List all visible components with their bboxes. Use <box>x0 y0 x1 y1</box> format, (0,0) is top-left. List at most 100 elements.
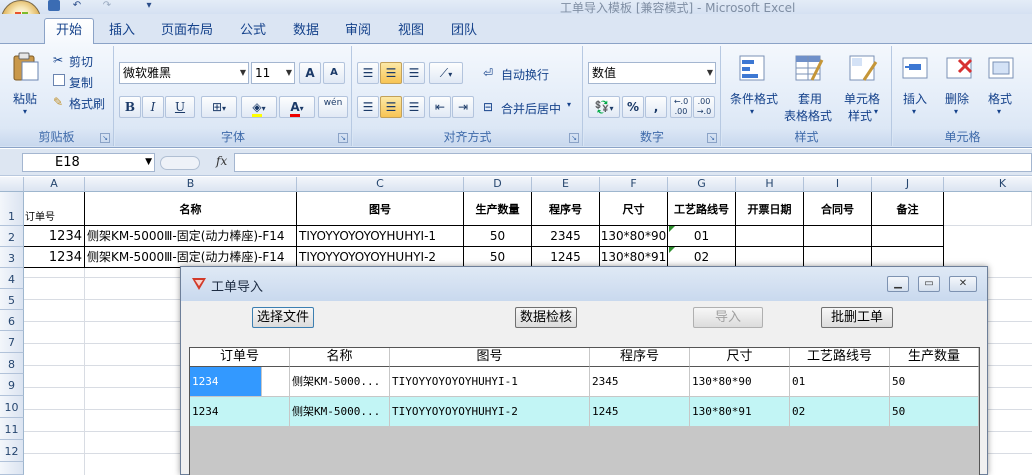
maximize-icon[interactable]: ▭ <box>918 276 940 292</box>
decrease-decimal-button[interactable]: .00 →.0 <box>693 96 715 118</box>
cell-c3[interactable]: TIYOYYOYOYOYHUHYI-2 <box>297 247 464 268</box>
align-center-button[interactable]: ☰ <box>380 96 402 118</box>
cell-c1[interactable]: 图号 <box>297 192 464 226</box>
column-header-i[interactable]: I <box>804 177 872 192</box>
cell-a1[interactable]: 订单号 <box>24 192 85 226</box>
percent-button[interactable]: % <box>622 96 644 118</box>
cell-d3[interactable]: 50 <box>464 247 532 268</box>
cell-e1[interactable]: 程序号 <box>532 192 600 226</box>
grid-header-quantity[interactable]: 生产数量 <box>890 348 979 367</box>
cell-j1[interactable]: 备注 <box>872 192 944 226</box>
column-header-c[interactable]: C <box>297 177 464 192</box>
cut-label[interactable]: 剪切 <box>69 53 93 70</box>
cell-c2[interactable]: TIYOYYOYOYOYHUHYI-1 <box>297 226 464 247</box>
dialog-title-bar[interactable]: 工单导入 ▁ ▭ ✕ <box>181 267 987 301</box>
cell-j2[interactable] <box>872 226 944 247</box>
tab-insert[interactable]: 插入 <box>102 21 142 43</box>
row-header-9[interactable]: 9 <box>0 374 24 396</box>
chevron-down-icon[interactable]: ▾ <box>874 107 878 116</box>
copy-label[interactable]: 复制 <box>69 74 93 91</box>
wrap-text-icon[interactable]: ⏎ <box>483 66 493 80</box>
cell-i2[interactable] <box>804 226 872 247</box>
column-header-d[interactable]: D <box>464 177 532 192</box>
cell-i3[interactable] <box>804 247 872 268</box>
align-bottom-button[interactable]: ☰ <box>403 62 425 84</box>
format-label[interactable]: 格式 <box>988 90 1012 107</box>
grid-header-program[interactable]: 程序号 <box>590 348 690 367</box>
underline-button[interactable]: U <box>165 96 195 118</box>
format-painter-icon[interactable]: ✎ <box>53 95 63 109</box>
grid-cell-quantity[interactable]: 50 <box>890 367 979 397</box>
grid-header-name[interactable]: 名称 <box>290 348 390 367</box>
cell-i1[interactable]: 合同号 <box>804 192 872 226</box>
phonetic-guide-button[interactable]: wén <box>318 96 348 118</box>
font-color-button[interactable]: A▾ <box>279 96 315 118</box>
clipboard-launcher-icon[interactable]: ↘ <box>100 133 110 143</box>
row-header-5[interactable]: 5 <box>0 289 24 310</box>
increase-decimal-button[interactable]: ←.0.00 <box>670 96 692 118</box>
grid-cell-route[interactable]: 02 <box>790 397 890 427</box>
delete-label[interactable]: 删除 <box>945 90 969 107</box>
row-header-2[interactable]: 2 <box>0 226 24 247</box>
row-header-1[interactable]: 1 <box>0 192 24 226</box>
grid-cell-quantity[interactable]: 50 <box>890 397 979 427</box>
format-painter-label[interactable]: 格式刷 <box>69 95 105 112</box>
shrink-font-button[interactable]: A <box>323 62 345 84</box>
chevron-down-icon[interactable]: ▼ <box>145 154 152 171</box>
cell-f3[interactable]: 130*80*91 <box>600 247 668 268</box>
import-grid[interactable]: 订单号 名称 图号 程序号 尺寸 工艺路线号 生产数量 1234 侧架KM-50… <box>189 347 980 475</box>
grid-cell-program[interactable]: 2345 <box>590 367 690 397</box>
merge-icon[interactable]: ⊟ <box>483 100 493 114</box>
grid-header-order[interactable]: 订单号 <box>190 348 290 367</box>
row-header-7[interactable]: 7 <box>0 331 24 353</box>
conditional-formatting-icon[interactable] <box>738 54 768 84</box>
grid-cell-order-pad[interactable] <box>262 367 290 397</box>
save-icon[interactable] <box>48 0 60 11</box>
orientation-button[interactable]: ⟋▾ <box>429 62 463 84</box>
number-launcher-icon[interactable]: ↘ <box>707 133 717 143</box>
grid-header-drawing[interactable]: 图号 <box>390 348 590 367</box>
close-icon[interactable]: ✕ <box>949 276 977 292</box>
tab-home[interactable]: 开始 <box>44 18 94 45</box>
row-header-13[interactable] <box>0 462 24 475</box>
column-header-e[interactable]: E <box>532 177 600 192</box>
column-header-f[interactable]: F <box>600 177 668 192</box>
cell-styles-label-2[interactable]: 样式 <box>848 107 872 124</box>
format-cells-icon[interactable] <box>987 54 1017 84</box>
column-header-g[interactable]: G <box>668 177 736 192</box>
redo-icon[interactable]: ↷ <box>100 0 114 12</box>
column-header-a[interactable]: A <box>24 177 85 192</box>
cell-styles-label-1[interactable]: 单元格 <box>844 90 880 107</box>
delete-cells-icon[interactable] <box>945 54 975 84</box>
grid-cell-drawing[interactable]: TIYOYYOYOYOYHUHYI-1 <box>390 367 590 397</box>
tab-data[interactable]: 数据 <box>286 21 326 43</box>
bold-button[interactable]: B <box>119 96 141 118</box>
grid-cell-route[interactable]: 01 <box>790 367 890 397</box>
format-as-table-label-1[interactable]: 套用 <box>798 90 822 107</box>
cell-a2[interactable]: 1234 <box>24 226 85 247</box>
copy-icon[interactable] <box>53 74 65 86</box>
borders-button[interactable]: ⊞▾ <box>201 96 237 118</box>
minimize-icon[interactable]: ▁ <box>887 276 909 292</box>
format-as-table-icon[interactable] <box>794 54 824 84</box>
row-header-6[interactable]: 6 <box>0 310 24 331</box>
fx-icon[interactable]: fx <box>216 154 227 168</box>
grid-cell-drawing[interactable]: TIYOYYOYOYOYHUHYI-2 <box>390 397 590 427</box>
row-header-12[interactable]: 12 <box>0 440 24 462</box>
paste-label[interactable]: 粘贴 <box>13 90 37 107</box>
paste-icon[interactable] <box>12 52 40 82</box>
insert-label[interactable]: 插入 <box>903 90 927 107</box>
wrap-text-label[interactable]: 自动换行 <box>501 66 549 83</box>
align-middle-button[interactable]: ☰ <box>380 62 402 84</box>
customize-toolbar-icon[interactable]: ▾ <box>142 0 156 12</box>
tab-team[interactable]: 团队 <box>444 21 484 43</box>
column-header-j[interactable]: J <box>872 177 944 192</box>
cell-a3[interactable]: 1234 <box>24 247 85 268</box>
grid-cell-program[interactable]: 1245 <box>590 397 690 427</box>
currency-button[interactable]: 💱▾ <box>588 96 620 118</box>
cell-e3[interactable]: 1245 <box>532 247 600 268</box>
align-top-button[interactable]: ☰ <box>357 62 379 84</box>
row-header-3[interactable]: 3 <box>0 247 24 268</box>
insert-cells-icon[interactable] <box>901 54 931 84</box>
grid-cell-size[interactable]: 130*80*91 <box>690 397 790 427</box>
